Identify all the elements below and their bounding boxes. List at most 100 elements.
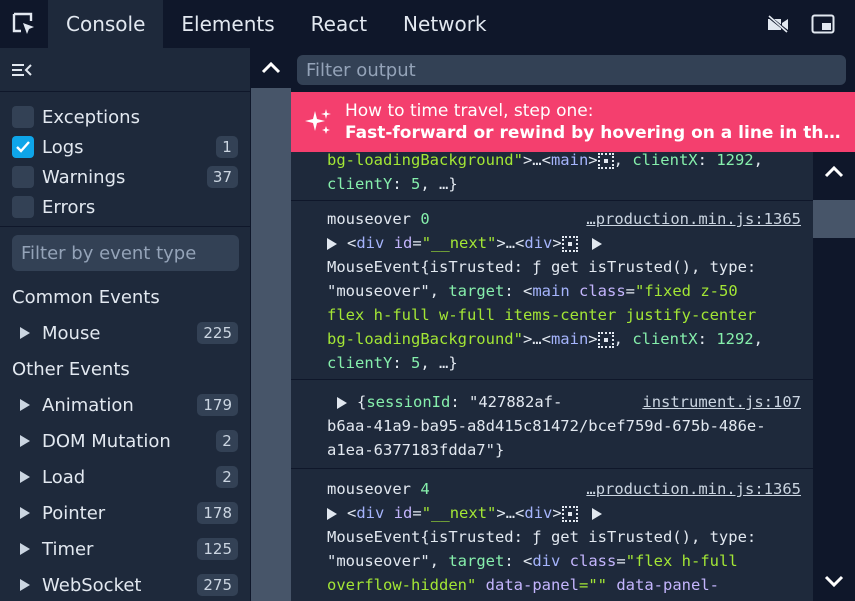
expand-triangle-icon[interactable] xyxy=(327,237,337,250)
checkbox[interactable] xyxy=(12,196,34,218)
event-type-filter-input[interactable] xyxy=(12,235,239,271)
event-category-mouse[interactable]: Mouse 225 xyxy=(0,315,250,351)
inspect-element-icon[interactable] xyxy=(561,505,578,522)
filter-errors[interactable]: Errors xyxy=(12,192,238,222)
event-label: DOM Mutation xyxy=(42,430,171,452)
chevron-up-icon xyxy=(261,62,281,74)
count-badge: 179 xyxy=(197,394,238,416)
inspect-element-icon[interactable] xyxy=(561,235,578,252)
expand-triangle-icon[interactable] xyxy=(327,507,337,520)
log-text: data-panel xyxy=(485,576,579,594)
log-entry[interactable]: mouseover 0 …production.min.js:1365 <div … xyxy=(291,201,813,380)
count-badge: 1 xyxy=(216,136,238,158)
log-text: 1292 xyxy=(716,152,754,169)
event-category-load[interactable]: Load 2 xyxy=(0,459,250,495)
log-text: bg-loadingBackground" xyxy=(327,330,523,348)
log-text: 5 xyxy=(411,354,421,372)
scrollbar-thumb[interactable] xyxy=(813,200,855,238)
timeline-gutter xyxy=(251,48,291,601)
log-text: overflow-hidden" xyxy=(327,576,477,594)
common-events-heading: Common Events xyxy=(12,286,160,308)
expand-triangle-icon[interactable] xyxy=(591,507,602,520)
console-log-list: bg-loadingBackground">…<main>, clientX: … xyxy=(291,152,813,601)
log-text: "fixed z-50 xyxy=(635,282,738,300)
log-text: 4 xyxy=(420,480,430,498)
source-link[interactable]: …production.min.js:1365 xyxy=(586,207,801,231)
filter-warnings[interactable]: Warnings 37 xyxy=(12,162,238,192)
log-text: "427882af- xyxy=(469,393,563,411)
event-label: Pointer xyxy=(42,502,106,524)
log-text: main xyxy=(532,282,570,300)
log-text: b6aa-41a9-ba95-a8d415c81472/bcef759d-675… xyxy=(327,417,766,435)
event-category-websocket[interactable]: WebSocket 275 xyxy=(0,567,250,601)
console-panel: How to time travel, step one: Fast-forwa… xyxy=(291,48,855,601)
expand-triangle-icon xyxy=(20,399,30,411)
log-text: 1292 xyxy=(716,330,754,348)
tab-network[interactable]: Network xyxy=(385,0,505,48)
tab-react[interactable]: React xyxy=(293,0,385,48)
chevron-down-icon xyxy=(824,575,844,587)
collapse-sidebar-icon[interactable] xyxy=(12,62,32,78)
scroll-down-button[interactable] xyxy=(813,561,855,601)
count-badge: 2 xyxy=(216,466,238,488)
log-text: main xyxy=(550,152,589,169)
video-off-icon[interactable] xyxy=(767,15,789,33)
tab-elements[interactable]: Elements xyxy=(163,0,292,48)
scroll-up-button[interactable] xyxy=(813,152,855,192)
event-category-pointer[interactable]: Pointer 178 xyxy=(0,495,250,531)
log-entry[interactable]: mouseover 4 …production.min.js:1365 <div … xyxy=(291,469,813,597)
gutter-scroll-up-button[interactable] xyxy=(251,48,291,88)
log-entry[interactable]: {sessionId: "427882af-instrument.js:107 … xyxy=(291,380,813,469)
expand-triangle-icon xyxy=(20,579,30,591)
log-entry[interactable]: bg-loadingBackground">…<main>, clientX: … xyxy=(291,152,813,201)
expand-triangle-icon xyxy=(20,435,30,447)
log-text: class xyxy=(579,282,626,300)
source-link[interactable]: …production.min.js:1365 xyxy=(586,477,801,501)
console-scrollbar[interactable] xyxy=(813,152,855,601)
log-text: clientX xyxy=(632,152,698,169)
checkmark-icon xyxy=(16,141,30,153)
event-label: Timer xyxy=(42,538,94,560)
log-text: id xyxy=(393,234,413,252)
log-text: data-panel- xyxy=(616,576,719,594)
log-text: "flex h-full xyxy=(625,552,738,570)
inspect-element-icon[interactable] xyxy=(597,331,614,348)
expand-triangle-icon[interactable] xyxy=(591,237,602,250)
log-text: div xyxy=(356,234,385,252)
log-text: bg-loadingBackground" xyxy=(327,152,523,169)
filter-label: Warnings xyxy=(42,166,126,188)
log-text: div xyxy=(532,552,561,570)
count-badge: 275 xyxy=(197,574,238,596)
log-text: 0 xyxy=(420,210,430,228)
log-text: sessionId xyxy=(366,393,451,411)
log-text: "mouseover" xyxy=(327,282,430,300)
log-event-name: mouseover xyxy=(327,210,411,228)
tab-console[interactable]: Console xyxy=(48,0,164,48)
expand-triangle-icon xyxy=(20,543,30,555)
filter-exceptions[interactable]: Exceptions xyxy=(12,102,238,132)
log-text: target xyxy=(448,282,505,300)
cursor-select-icon xyxy=(12,12,34,34)
filter-logs[interactable]: Logs 1 xyxy=(12,132,238,162)
log-level-filters: Exceptions Logs 1 Warnings 37 Errors xyxy=(0,92,250,227)
event-category-timer[interactable]: Timer 125 xyxy=(0,531,250,567)
event-category-dom-mutation[interactable]: DOM Mutation 2 xyxy=(0,423,250,459)
picture-in-picture-icon[interactable] xyxy=(811,14,835,34)
checkbox[interactable] xyxy=(12,166,34,188)
event-category-animation[interactable]: Animation 179 xyxy=(0,387,250,423)
filter-output-input[interactable] xyxy=(297,55,846,85)
expand-triangle-icon xyxy=(20,471,30,483)
sparkles-icon xyxy=(305,109,331,134)
banner-title: How to time travel, step one: xyxy=(345,101,594,121)
inspect-element-icon[interactable] xyxy=(597,152,614,169)
expand-triangle-icon[interactable] xyxy=(337,396,347,409)
element-picker-button[interactable] xyxy=(0,0,48,48)
count-badge: 225 xyxy=(197,322,238,344)
time-travel-banner[interactable]: How to time travel, step one: Fast-forwa… xyxy=(291,92,855,152)
count-badge: 2 xyxy=(216,430,238,452)
chevron-up-icon xyxy=(824,166,844,178)
checkbox-checked[interactable] xyxy=(12,136,34,158)
log-text: clientX xyxy=(632,330,698,348)
checkbox[interactable] xyxy=(12,106,34,128)
source-link[interactable]: instrument.js:107 xyxy=(642,390,801,414)
